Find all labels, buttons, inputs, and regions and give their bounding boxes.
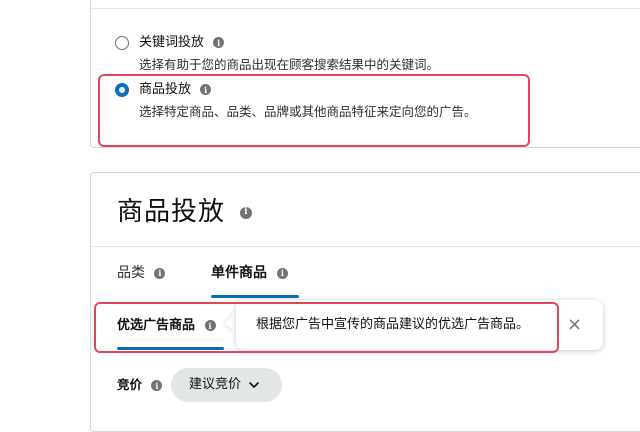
tab-category[interactable]: 品类 i (117, 264, 166, 282)
chevron-down-icon (249, 381, 259, 388)
bid-dropdown-value: 建议竞价 (189, 377, 242, 392)
info-icon[interactable]: i (151, 380, 163, 391)
keyword-targeting-option[interactable]: 关键词投放 i (139, 35, 225, 51)
tab-individual-products[interactable]: 单件商品 i (211, 264, 288, 282)
tab-individual-products-label: 单件商品 (211, 265, 267, 281)
active-tab-indicator (211, 295, 299, 298)
heading-divider (91, 246, 640, 247)
bid-label: 竞价 (117, 377, 143, 392)
info-icon[interactable]: i (240, 206, 253, 219)
keyword-targeting-title: 关键词投放 (139, 35, 205, 50)
close-icon[interactable]: × (567, 316, 582, 334)
info-icon[interactable]: i (154, 267, 166, 279)
keyword-targeting-description: 选择有助于您的商品出现在顾客搜索结果中的关键词。 (139, 57, 440, 72)
bid-strategy-dropdown[interactable]: 建议竞价 (171, 368, 282, 402)
selected-option-highlight (98, 74, 530, 147)
tooltip-highlight (94, 302, 559, 353)
card-divider (91, 8, 640, 9)
product-targeting-heading: 商品投放 i (117, 197, 253, 227)
page-title: 商品投放 (117, 197, 226, 227)
tab-category-label: 品类 (117, 265, 145, 281)
bid-label-group: 竞价 i (117, 377, 163, 393)
keyword-targeting-radio[interactable] (115, 36, 129, 50)
info-icon[interactable]: i (276, 267, 288, 279)
info-icon[interactable]: i (213, 37, 225, 48)
